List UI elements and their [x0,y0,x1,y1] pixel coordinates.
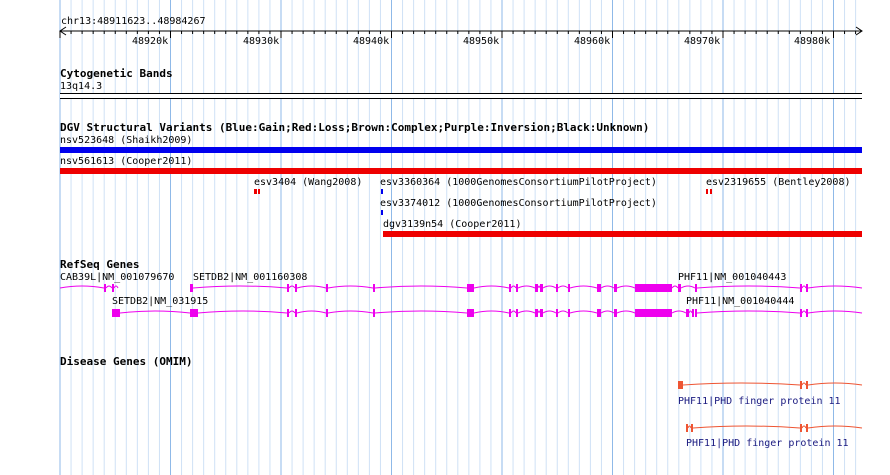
gene-intron [687,425,863,429]
gene-exon [691,424,693,432]
gene-exon [806,424,808,432]
gene-exon [686,424,688,432]
disease-gene-label: PHF11|PHD finger protein 11 [686,438,849,449]
gene-exon [806,381,808,389]
gene-exon [678,381,683,389]
disease-gene-label: PHF11|PHD finger protein 11 [678,396,841,407]
omim-gene-model [678,381,863,389]
gene-exon [800,424,802,432]
omim-gene-model [686,424,863,432]
gene-intron [682,382,863,386]
gene-exon [800,381,802,389]
